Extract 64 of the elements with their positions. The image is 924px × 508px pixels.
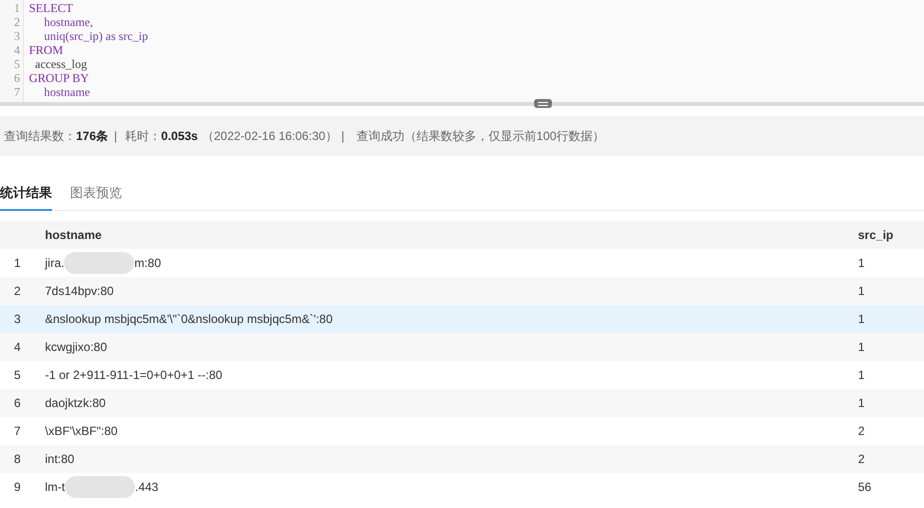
table-row[interactable]: 6 daojktzk:80 1 <box>0 389 924 417</box>
code-line: SELECT <box>29 1 74 15</box>
column-header: src_ip <box>858 227 894 244</box>
table-cell-text: .443 <box>135 479 158 496</box>
elapsed-time: 0.053s <box>161 128 198 145</box>
code-editor[interactable]: 1 2 3 4 5 6 7 SELECT hostname, uniq(src_ip) as src_ip FROM access_log GROUP BY hostname <box>0 0 924 102</box>
table-row[interactable]: 4 kcwgjixo:80 1 <box>0 333 924 361</box>
drag-handle-icon[interactable] <box>534 99 552 108</box>
code-line: hostname <box>43 85 91 99</box>
line-number: 4 <box>14 43 20 57</box>
row-number: 6 <box>13 395 22 412</box>
table-row[interactable]: 3 &nslookup msbjqc5m&'\"`0&nslookup msbjqc5m&`':80 1 <box>0 305 924 333</box>
row-number: 8 <box>13 451 22 468</box>
table-cell-text: int:80 <box>45 451 74 468</box>
redaction-blur <box>65 476 135 498</box>
line-number: 3 <box>14 29 20 43</box>
table-cell-text: 2 <box>858 423 865 440</box>
timestamp: （2022-02-16 16:06:30） <box>202 128 338 145</box>
elapsed-label: 耗时： <box>125 128 162 145</box>
code-line: access_log <box>34 57 88 71</box>
row-number: 2 <box>13 283 22 300</box>
row-number: 3 <box>13 311 22 328</box>
table-cell-text: 1 <box>858 255 865 272</box>
line-number: 2 <box>14 15 20 29</box>
row-number: 7 <box>13 423 22 440</box>
table-cell-text: m:80 <box>134 255 162 272</box>
table-row[interactable]: 2 7ds14bpv:80 1 <box>0 277 924 305</box>
code-line: GROUP BY <box>29 71 90 85</box>
table-cell-text: 1 <box>858 367 865 384</box>
table-cell-text: \xBF'\xBF":80 <box>45 423 118 440</box>
result-tab[interactable]: 图表预览 <box>70 176 122 211</box>
table-cell-text: 56 <box>858 479 872 496</box>
separator: | <box>341 128 344 145</box>
table-cell-text: -1 or 2+911-911-1=0+0+0+1 --:80 <box>45 367 222 384</box>
table-cell-text: 2 <box>858 451 865 468</box>
table-cell-text: kcwgjixo:80 <box>45 339 108 356</box>
table-cell-text: &nslookup msbjqc5m&'\"`0&nslookup msbjqc5m&`':80 <box>45 311 333 328</box>
row-number: 1 <box>13 255 22 272</box>
table-cell-text: 1 <box>858 395 865 412</box>
table-cell-text: jira. <box>45 255 64 272</box>
column-header: hostname <box>45 227 103 244</box>
line-number: 7 <box>14 85 20 99</box>
table-cell-text: daojktzk:80 <box>45 395 106 412</box>
line-number: 1 <box>14 1 20 15</box>
row-number: 9 <box>13 479 22 496</box>
line-number: 5 <box>14 57 20 71</box>
status-message: 查询成功（结果数较多，仅显示前100行数据） <box>356 128 604 145</box>
table-cell-text: 1 <box>858 339 865 356</box>
table-cell-text: 7ds14bpv:80 <box>45 283 114 300</box>
result-count-label: 查询结果数： <box>4 128 76 145</box>
code-line: hostname, <box>43 15 94 29</box>
code-line: FROM <box>29 43 64 57</box>
separator: | <box>114 128 118 145</box>
line-number: 6 <box>14 71 20 85</box>
table-row[interactable]: 8 int:80 2 <box>0 445 924 473</box>
redaction-blur <box>64 252 134 274</box>
row-number: 5 <box>13 367 22 384</box>
result-count: 176条 <box>76 128 108 145</box>
table-cell-text: 1 <box>858 283 865 300</box>
result-tab[interactable]: 统计结果 <box>0 176 52 211</box>
table-cell-text: lm-t <box>45 479 65 496</box>
table-cell-text: 1 <box>858 311 865 328</box>
row-number: 4 <box>13 339 22 356</box>
code-line: uniq(src_ip) as src_ip <box>43 29 148 43</box>
